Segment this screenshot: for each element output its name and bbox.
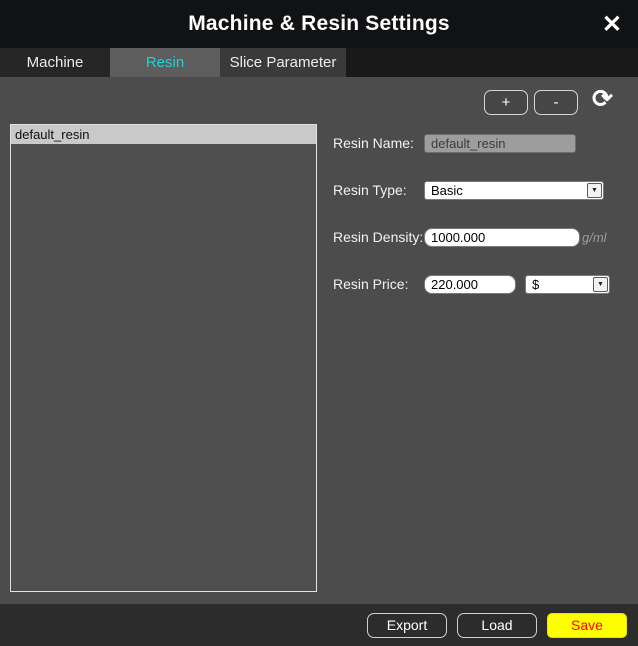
resin-type-dropdown[interactable]: Basic ▼ (424, 180, 604, 200)
dialog-title: Machine & Resin Settings (188, 12, 450, 35)
resin-name-field[interactable] (424, 133, 576, 153)
tab-machine[interactable]: Machine (0, 48, 110, 77)
add-resin-button[interactable]: + (484, 90, 528, 115)
export-button[interactable]: Export (367, 612, 447, 638)
resin-type-row: Resin Type: Basic ▼ (333, 180, 628, 200)
machine-resin-settings-dialog: Machine & Resin Settings ✕ Machine Resin… (0, 0, 638, 646)
tab-resin[interactable]: Resin (110, 48, 220, 77)
resin-name-row: Resin Name: (333, 133, 628, 153)
resin-list: default_resin (10, 124, 317, 592)
remove-resin-button[interactable]: - (534, 90, 578, 115)
close-icon[interactable]: ✕ (602, 0, 622, 48)
resin-density-row: Resin Density: g/ml (333, 227, 628, 247)
resin-price-row: Resin Price: $ ▼ (333, 274, 628, 294)
chevron-down-icon[interactable]: ▼ (587, 182, 602, 198)
tab-slice-parameter[interactable]: Slice Parameter (220, 48, 346, 77)
resin-settings-panel: default_resin + - ⟳ Resin Name: Resin Ty… (0, 77, 638, 604)
refresh-icon[interactable]: ⟳ (592, 85, 613, 113)
resin-price-label: Resin Price: (333, 276, 409, 292)
resin-type-value: Basic (431, 182, 463, 198)
load-button[interactable]: Load (457, 612, 537, 638)
save-button[interactable]: Save (547, 612, 627, 638)
title-bar: Machine & Resin Settings ✕ (0, 0, 638, 48)
resin-name-label: Resin Name: (333, 135, 414, 151)
resin-list-item[interactable]: default_resin (11, 125, 316, 144)
resin-density-field[interactable] (424, 227, 580, 247)
resin-price-field[interactable] (424, 274, 516, 294)
resin-type-label: Resin Type: (333, 182, 407, 198)
tab-bar: Machine Resin Slice Parameter (0, 48, 638, 77)
resin-density-label: Resin Density: (333, 229, 424, 245)
resin-density-unit: g/ml (582, 229, 607, 245)
chevron-down-icon[interactable]: ▼ (593, 276, 608, 292)
currency-dropdown[interactable]: $ ▼ (525, 274, 610, 294)
footer-bar: Export Load Save (0, 604, 638, 646)
currency-value: $ (532, 276, 540, 292)
